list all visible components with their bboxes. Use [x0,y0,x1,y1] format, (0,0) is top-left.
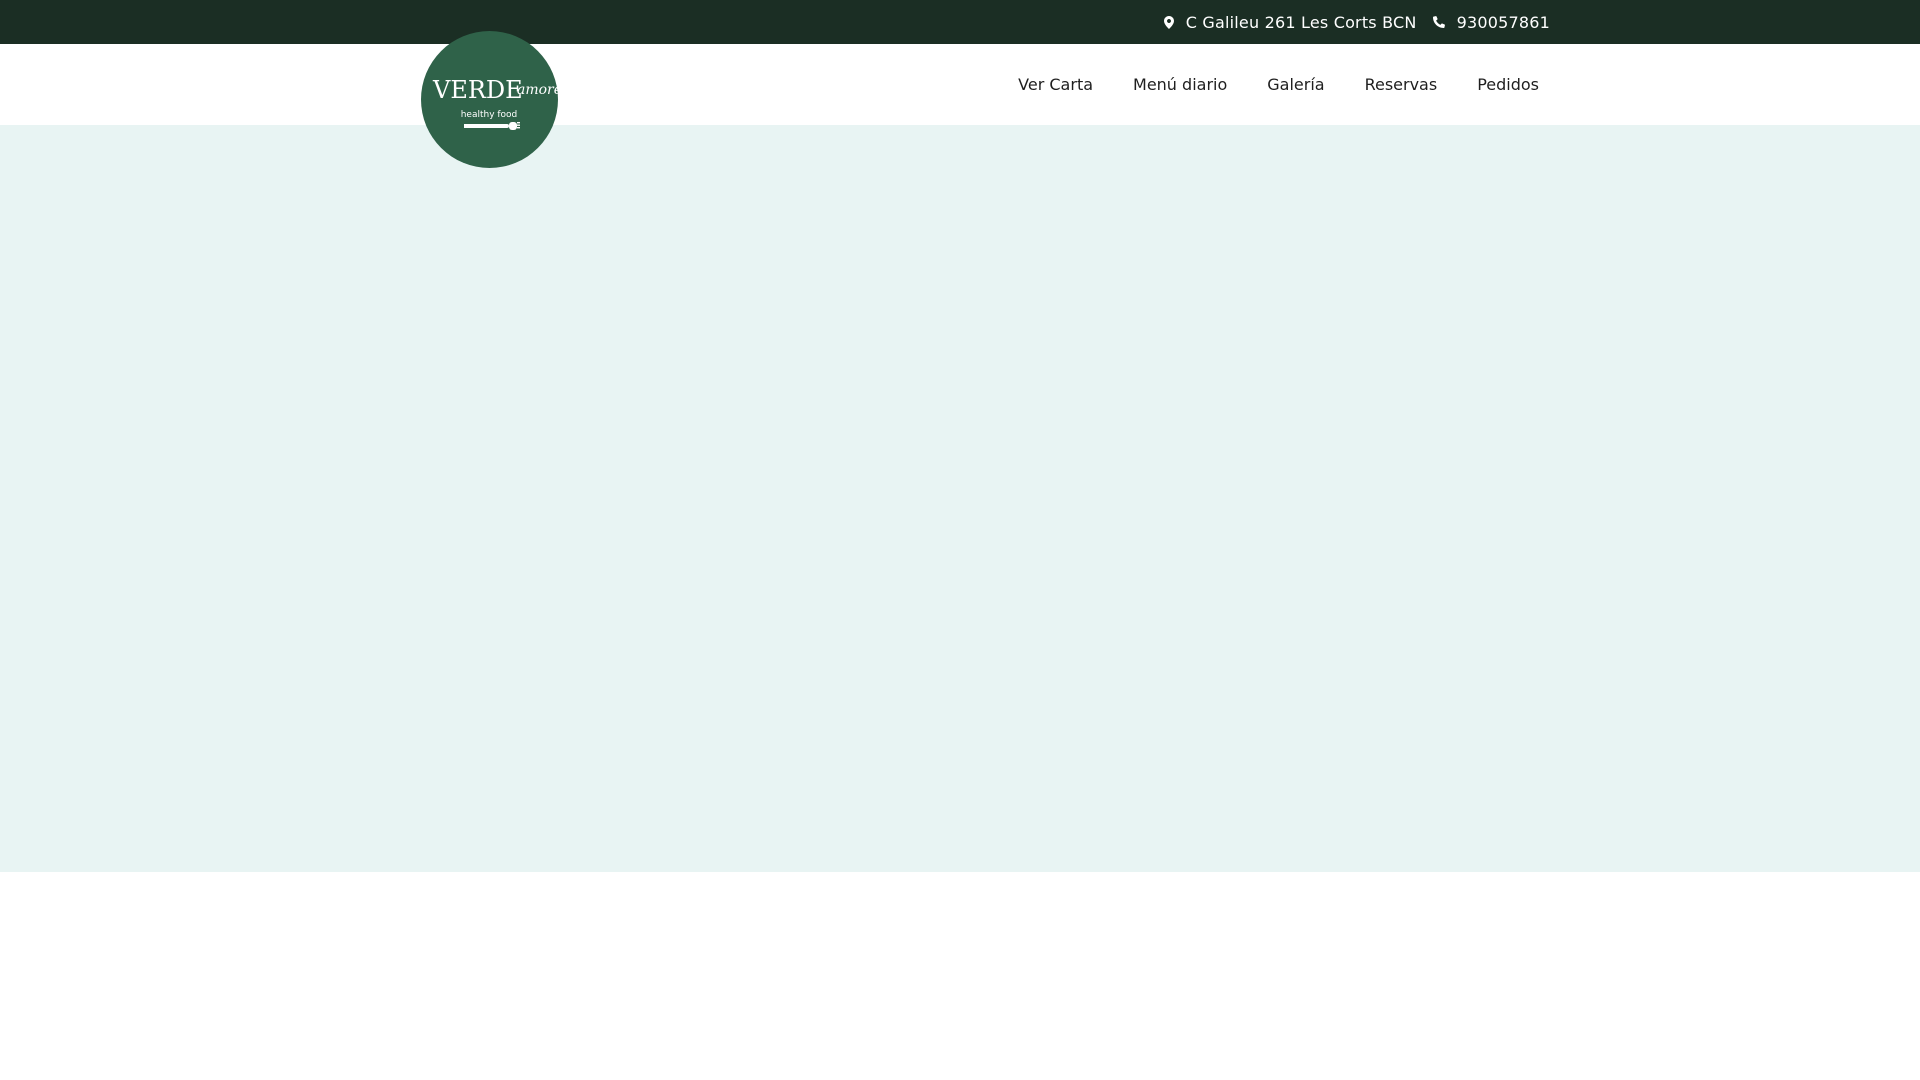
logo-wordmark-script: amore [517,82,558,98]
logo-mark: VERDE amore healthy food [432,76,558,130]
fork-icon [464,122,520,130]
content-area [0,872,1920,1080]
nav-galeria[interactable]: Galería [1267,75,1324,94]
address-text: C Galileu 261 Les Corts BCN [1185,12,1417,32]
phone-link[interactable]: 930057861 [1432,12,1550,32]
nav-ver-carta[interactable]: Ver Carta [1018,75,1093,94]
top-info-bar: C Galileu 261 Les Corts BCN 930057861 [0,0,1920,44]
brand-logo[interactable]: VERDE amore healthy food [421,31,558,168]
contact-info: C Galileu 261 Les Corts BCN 930057861 [1163,0,1550,44]
nav-menu-diario[interactable]: Menú diario [1133,75,1227,94]
map-marker-icon [1163,15,1174,29]
logo-wordmark: VERDE [432,76,523,104]
main-nav: Ver Carta Menú diario Galería Reservas P… [1018,44,1539,125]
hero-section [0,125,1920,872]
logo-tagline: healthy food [461,110,518,120]
nav-reservas[interactable]: Reservas [1365,75,1438,94]
phone-icon [1432,16,1445,28]
nav-pedidos[interactable]: Pedidos [1477,75,1539,94]
phone-text: 930057861 [1456,12,1550,32]
address-link[interactable]: C Galileu 261 Les Corts BCN [1163,12,1417,32]
site-header [0,44,1920,125]
